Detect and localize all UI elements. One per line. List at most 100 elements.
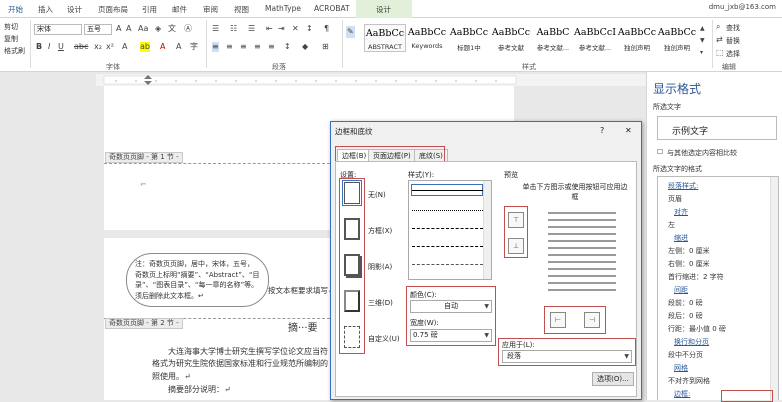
format-section-link[interactable]: 段落样式: [668, 181, 698, 191]
format-section-link[interactable]: 换行和分页 [674, 337, 709, 347]
underline-icon[interactable]: U [58, 42, 64, 52]
setting-shadow-label[interactable]: 阴影(A) [368, 262, 392, 272]
cut-button[interactable]: 剪切 [4, 22, 18, 32]
superscript-icon[interactable]: x² [106, 42, 114, 52]
char-shading-icon[interactable]: A [176, 42, 181, 52]
grow-font-icon[interactable]: A [116, 24, 121, 34]
format-section-link[interactable]: 缩进 [674, 233, 688, 243]
borders-icon[interactable]: ⊞ [322, 42, 329, 52]
tab-page-layout[interactable]: 页面布局 [98, 4, 128, 15]
setting-3d-label[interactable]: 三维(D) [368, 298, 393, 308]
tab-acrobat[interactable]: ACROBAT [314, 4, 350, 13]
line-spacing-icon[interactable]: ↕ [284, 42, 291, 52]
tab-home[interactable]: 开始 [8, 4, 23, 15]
align-right-icon[interactable]: ≡ [240, 42, 247, 52]
highlight-icon[interactable]: ab [140, 42, 150, 52]
tab-table-design[interactable]: 设计 [376, 4, 391, 15]
phonetic-guide-icon[interactable]: 文 [168, 24, 176, 34]
decrease-indent-icon[interactable]: ⇤ [266, 24, 273, 34]
tab-review[interactable]: 审阅 [203, 4, 218, 15]
justify-icon[interactable]: ≡ [254, 42, 261, 52]
borders-shading-dialog[interactable]: 边框和底纹 ? ✕ 边框(B) 页面边框(P) 底纹(S) 设置: 无(N) 方… [330, 121, 642, 400]
find-icon[interactable]: ⌕ [716, 22, 720, 32]
line-style-long-dash[interactable] [412, 246, 483, 247]
font-color-icon[interactable]: A [160, 42, 165, 52]
styles-scroll-up-icon[interactable]: ▲ [700, 24, 705, 34]
tab-insert[interactable]: 插入 [38, 4, 53, 15]
help-button[interactable]: ? [600, 126, 604, 135]
line-style-dotted[interactable] [412, 210, 483, 211]
setting-none-label[interactable]: 无(N) [368, 190, 386, 200]
subscript-icon[interactable]: x₂ [94, 42, 102, 52]
style-item[interactable]: AaBbCc 标题1中 [448, 24, 490, 52]
styles-more-icon[interactable]: ▾ [700, 48, 703, 58]
compare-checkbox-icon[interactable]: ☐ [657, 148, 663, 156]
select-icon[interactable]: ⬚ [716, 48, 724, 58]
numbering-icon[interactable]: ☷ [230, 24, 237, 34]
font-size-combo[interactable]: 五号 [84, 24, 112, 35]
tab-view[interactable]: 视图 [234, 4, 249, 15]
line-style-list[interactable] [408, 180, 492, 280]
options-button[interactable]: 选项(O)... [592, 372, 634, 386]
format-painter-button[interactable]: 格式刷 [4, 46, 25, 56]
style-list-scrollbar[interactable] [483, 181, 491, 279]
format-tree-scrollbar[interactable] [770, 177, 778, 401]
tab-mathtype[interactable]: MathType [265, 4, 301, 13]
setting-custom-label[interactable]: 自定义(U) [368, 334, 400, 344]
italic-icon[interactable]: I [48, 42, 50, 52]
borders-highlight-box [721, 390, 773, 402]
style-item[interactable]: AaBbCcI 参考文献... [574, 24, 616, 52]
format-section-link[interactable]: 网格 [674, 363, 688, 373]
show-marks-icon[interactable]: ¶ [324, 24, 329, 34]
shrink-font-icon[interactable]: A [126, 24, 131, 34]
font-name-combo[interactable]: 宋体 [34, 24, 82, 35]
find-button[interactable]: 查找 [726, 23, 740, 33]
sort-icon[interactable]: ↕ [306, 24, 313, 34]
tab-references[interactable]: 引用 [142, 4, 157, 15]
style-item[interactable]: AaBbCc 参考文献 [490, 24, 532, 52]
distributed-icon[interactable]: ≡ [268, 42, 275, 52]
replace-button[interactable]: 替换 [726, 36, 740, 46]
style-item[interactable]: AaBbCc 独创声明 [616, 24, 658, 52]
line-style-solid[interactable] [412, 190, 483, 191]
text-effects-icon[interactable]: A [122, 42, 127, 52]
note-textbox[interactable]: 注：奇数页页脚，居中，宋体，五号，奇数页上标明“摘要”、“Abstract”、“… [126, 253, 269, 307]
user-account[interactable]: dmu_jxb@163.com [709, 3, 776, 11]
shading-icon[interactable]: ◆ [302, 42, 308, 52]
format-section-link[interactable]: 边框: [674, 389, 690, 399]
style-item[interactable]: AaBbC 参考文献... [532, 24, 574, 52]
strikethrough-icon[interactable]: abc [74, 42, 88, 52]
tab-mailings[interactable]: 邮件 [172, 4, 187, 15]
format-style-icon[interactable]: ✎ [346, 26, 355, 38]
note-text: 注：奇数页页脚，居中，宋体，五号，奇数页上标明“摘要”、“Abstract”、“… [135, 260, 260, 300]
preview-area[interactable] [548, 212, 616, 296]
align-center-icon[interactable]: ≡ [226, 42, 233, 52]
style-item[interactable]: AaBbCc 独创声明 [656, 24, 698, 52]
select-button[interactable]: 选择 [726, 49, 740, 59]
compare-checkbox-label[interactable]: 与其他选定内容相比较 [667, 148, 737, 158]
multilevel-list-icon[interactable]: ☰ [248, 24, 255, 34]
format-section-link[interactable]: 间距 [674, 285, 688, 295]
copy-button[interactable]: 复制 [4, 34, 18, 44]
increase-indent-icon[interactable]: ⇥ [278, 24, 285, 34]
chinese-layout-icon[interactable]: ✕ [292, 24, 299, 34]
clear-format-icon[interactable]: ◈ [155, 24, 161, 34]
tab-design[interactable]: 设计 [67, 4, 82, 15]
close-button[interactable]: ✕ [625, 126, 632, 135]
align-left-icon[interactable]: ≡ [212, 42, 219, 52]
setting-box-label[interactable]: 方框(X) [368, 226, 392, 236]
style-item[interactable]: AaBbCc Keywords [406, 24, 448, 52]
line-style-dashed[interactable] [412, 228, 483, 229]
char-border-icon[interactable]: 字 [190, 42, 198, 52]
line-style-dash-dot[interactable] [412, 264, 483, 265]
format-section-link[interactable]: 对齐 [674, 207, 688, 217]
horizontal-ruler[interactable] [96, 74, 648, 86]
change-case-icon[interactable]: Aa [138, 24, 148, 34]
replace-icon[interactable]: ⇄ [716, 35, 723, 45]
style-name: Keywords [411, 42, 443, 50]
style-item[interactable]: AaBbCc ABSTRACT [364, 24, 406, 52]
bullets-icon[interactable]: ☰ [212, 24, 219, 34]
enclose-char-icon[interactable]: Ⓐ [184, 24, 192, 34]
bold-icon[interactable]: B [36, 42, 42, 52]
styles-scroll-down-icon[interactable]: ▼ [700, 36, 705, 46]
